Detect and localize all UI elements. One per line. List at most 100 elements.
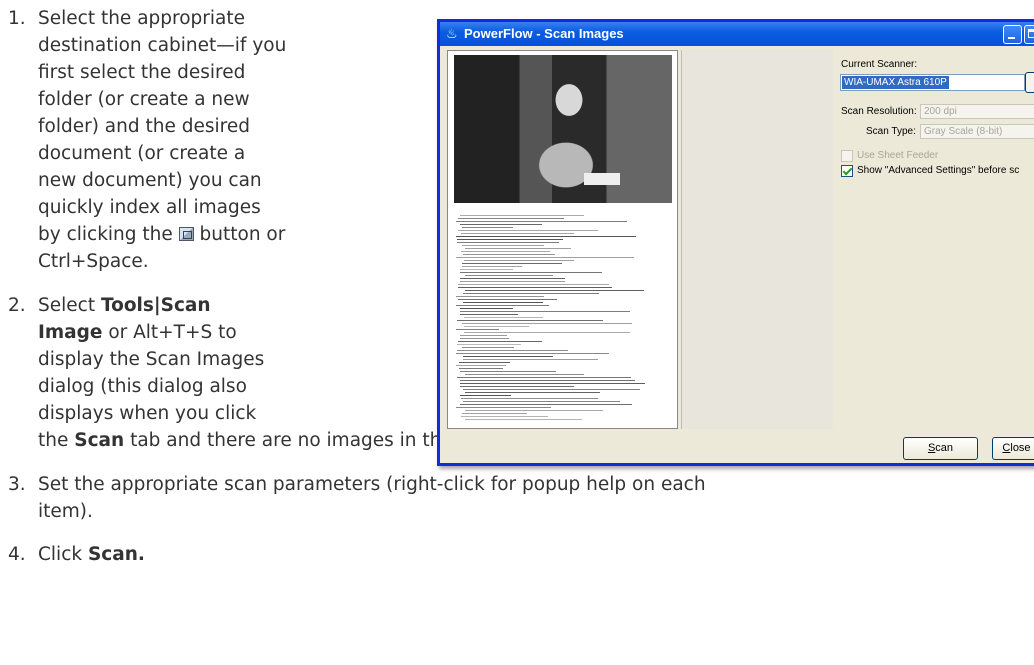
printed-text-line [460, 386, 574, 387]
printed-text-line [457, 242, 559, 243]
printed-text-line [463, 356, 553, 357]
printed-text-line [458, 287, 612, 288]
printed-text-line [457, 344, 521, 345]
step-2-text-part: the [38, 430, 75, 451]
printed-text-line [456, 353, 609, 354]
printed-text-line [457, 239, 563, 240]
printed-text-line [458, 284, 609, 285]
step-1-text-part: by clicking the [38, 224, 179, 245]
printed-text-line [460, 281, 565, 282]
printed-text-line [463, 359, 598, 360]
printed-text-line [462, 263, 562, 264]
scan-type-label: Scan Type: [866, 126, 916, 137]
printed-text-line [462, 413, 527, 414]
step-1-line: folder (or create a new [38, 89, 250, 110]
scan-type-value: Gray Scale (8-bit) [924, 126, 1003, 137]
dialog-titlebar[interactable]: ♨ PowerFlow - Scan Images [440, 22, 1034, 46]
step-2-line: dialog (this dialog also [38, 376, 247, 397]
scan-button[interactable]: Scan [903, 437, 978, 460]
printed-text-line [460, 380, 635, 381]
printed-text-line [465, 419, 582, 420]
printed-text-line [458, 341, 542, 342]
printed-text-line [462, 266, 522, 267]
step-2-line: Image or Alt+T+S to [38, 319, 237, 346]
printed-text-line [460, 371, 556, 372]
step-3-line: Set the appropriate scan parameters (rig… [38, 474, 706, 495]
step-1-line: Select the appropriate [38, 8, 245, 29]
menu-path-text: Image [38, 322, 103, 343]
printed-text-line [460, 383, 645, 384]
printed-text-line [457, 350, 568, 351]
printed-text-line [458, 299, 557, 300]
use-sheet-feeder-checkbox[interactable] [841, 150, 853, 162]
image-preview-pane[interactable] [447, 50, 678, 429]
scan-button-label: can [935, 442, 954, 454]
printed-text-line [460, 395, 511, 396]
current-scanner-field[interactable]: WIA-UMAX Astra 610P [840, 74, 1025, 91]
show-advanced-settings-label: Show "Advanced Settings" before sc [857, 165, 1020, 176]
printed-text-line [458, 218, 564, 219]
printed-text-line [464, 317, 543, 318]
printed-text-line [460, 335, 507, 336]
printed-text-line [460, 308, 513, 309]
step-2-number: 2. [8, 295, 26, 316]
printed-text-line [463, 254, 555, 255]
close-button[interactable]: Close [992, 437, 1034, 460]
current-scanner-label: Current Scanner: [841, 59, 918, 70]
scan-images-dialog: ♨ PowerFlow - Scan Images Current Scanne… [437, 19, 1034, 466]
printed-text-line [465, 392, 600, 393]
dialog-title: PowerFlow - Scan Images [464, 26, 624, 41]
minimize-button[interactable] [1003, 25, 1022, 44]
printed-text-line [456, 305, 549, 306]
step-4-number: 4. [8, 544, 26, 565]
step-2-text-part: or Alt+T+S to [102, 322, 237, 343]
index-icon [178, 227, 194, 241]
printed-text-line [461, 251, 550, 252]
step-1-line: first select the desired [38, 62, 246, 83]
step-1-line: destination cabinet—if you [38, 35, 287, 56]
printed-text-line [456, 407, 551, 408]
printed-text-line [465, 290, 644, 291]
printed-text-line [456, 329, 499, 330]
printed-text-line [462, 227, 513, 228]
printed-text-line [461, 416, 548, 417]
printed-text-line [462, 245, 544, 246]
scan-tab-text: Scan [74, 430, 125, 451]
scan-type-field[interactable]: Gray Scale (8-bit) [920, 124, 1034, 139]
show-advanced-settings-checkbox[interactable] [841, 165, 853, 177]
printed-text-line [461, 398, 598, 399]
close-button-label: lose [1010, 442, 1031, 454]
printed-text-line [458, 230, 598, 231]
step-2-line: the Scan tab and there are no images in … [38, 427, 499, 454]
printed-text-line [462, 323, 632, 324]
scan-resolution-label: Scan Resolution: [841, 106, 917, 117]
printed-text-line [463, 401, 620, 402]
printed-text-line [463, 293, 599, 294]
printed-text-line [462, 347, 514, 348]
printed-text-line [456, 236, 636, 237]
step-2-line: Select Tools|Scan [38, 292, 211, 319]
scan-button-text: Scan. [87, 544, 145, 565]
printed-text-line [460, 338, 509, 339]
scanned-photo-thumbnail[interactable] [454, 55, 672, 203]
printed-text-line [461, 233, 574, 234]
current-scanner-value: WIA-UMAX Astra 610P [842, 76, 949, 89]
printed-text-line [463, 389, 640, 390]
scanned-document-thumbnail[interactable] [454, 211, 672, 426]
printed-text-line [456, 221, 627, 222]
printed-text-line [457, 320, 603, 321]
printed-text-line [464, 326, 529, 327]
step-4-line: Click Scan. [38, 541, 145, 568]
printed-text-line [465, 275, 553, 276]
printed-text-line [459, 362, 510, 363]
printed-text-line [465, 248, 571, 249]
scan-resolution-value: 200 dpi [924, 106, 957, 117]
step-1-number: 1. [8, 8, 26, 29]
scan-resolution-field[interactable]: 200 dpi [920, 104, 1034, 119]
select-scanner-button[interactable] [1025, 72, 1034, 93]
menu-path-text: Tools|Scan [100, 295, 211, 316]
step-1-line: document (or create a [38, 143, 246, 164]
preview-area [681, 50, 833, 429]
printed-text-line [464, 260, 574, 261]
maximize-button[interactable] [1024, 25, 1034, 44]
